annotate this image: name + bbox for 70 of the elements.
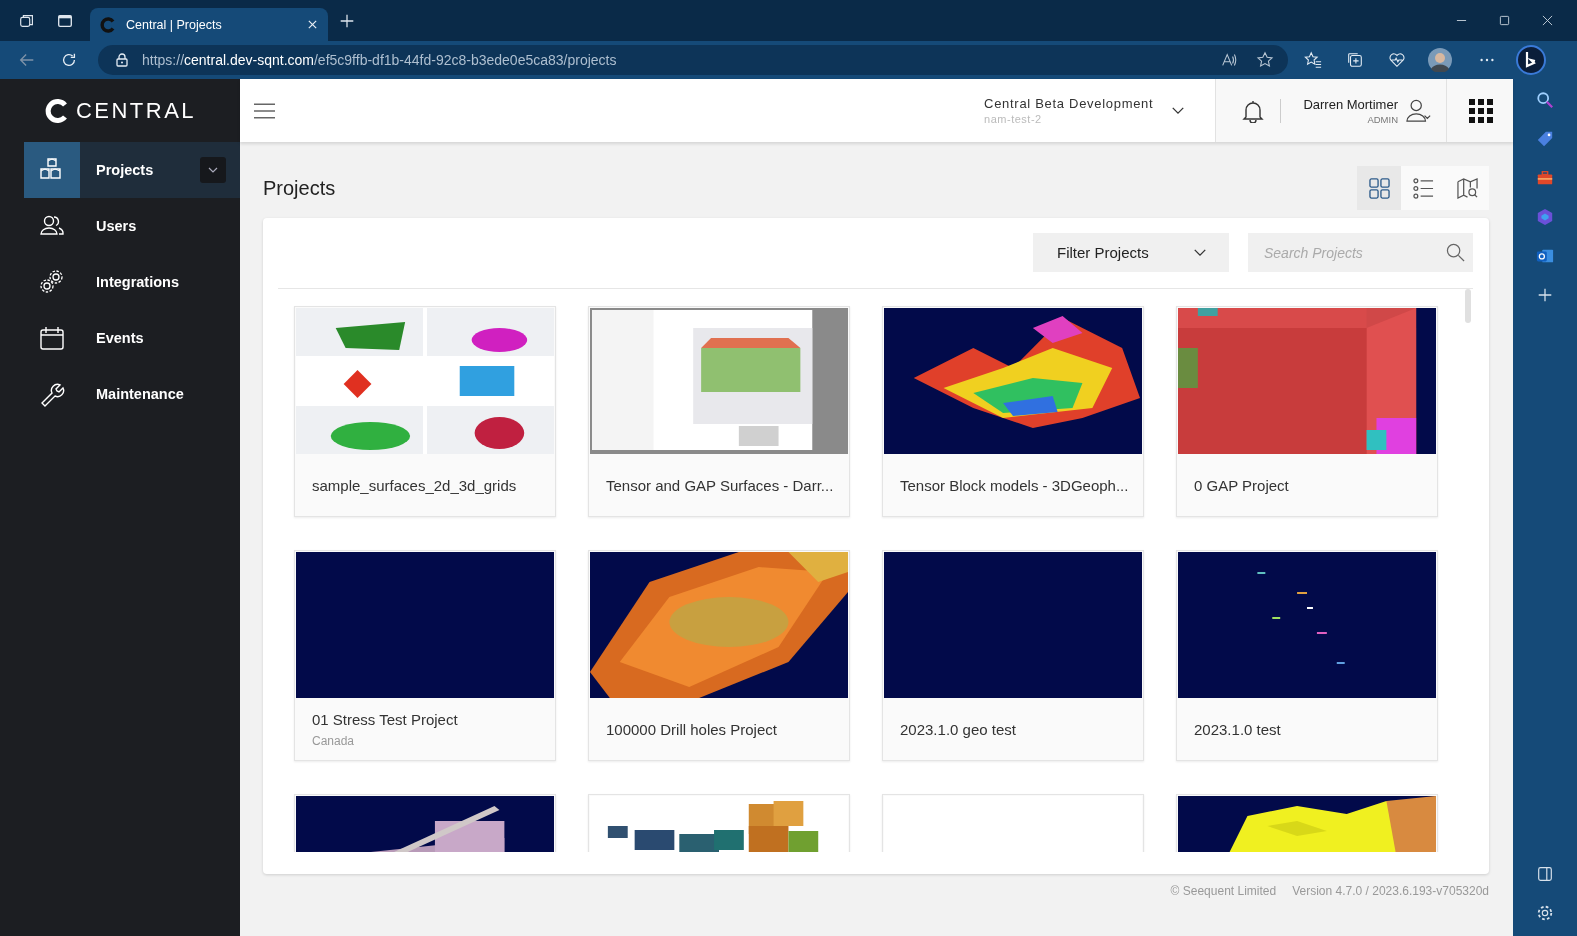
copyright-text: © Seequent Limited: [1170, 884, 1277, 898]
project-card[interactable]: 2023.1.0 geo test: [882, 550, 1144, 761]
search-icon[interactable]: [1536, 91, 1554, 109]
nav-item[interactable]: Projects: [24, 142, 240, 198]
hexagon-icon[interactable]: [1536, 208, 1554, 226]
project-card[interactable]: sample_surfaces_2d_3d_grids: [294, 306, 556, 517]
collections-icon[interactable]: [1346, 51, 1364, 69]
mail-icon[interactable]: [1536, 247, 1554, 265]
project-card[interactable]: 0 GAP Project: [1176, 306, 1438, 517]
address-field[interactable]: https://central.dev-sqnt.com/ef5c9ffb-df1b-44fd-92c8-b3ede0e5ca83/projects: [98, 45, 1288, 75]
nav-item[interactable]: Integrations: [24, 254, 240, 310]
project-location: Canada: [312, 733, 356, 748]
favorites-icon[interactable]: [1304, 51, 1322, 69]
browser-tab[interactable]: Central | Projects: [90, 8, 328, 41]
project-name: 0 GAP Project: [1194, 476, 1290, 494]
refresh-icon[interactable]: [60, 51, 78, 69]
logo-text: CENTRAL: [75, 97, 197, 124]
list-icon: [1412, 177, 1434, 199]
settings-icon[interactable]: [1536, 904, 1554, 922]
project-name: 100000 Drill holes Project: [606, 720, 778, 738]
add-icon[interactable]: [1536, 286, 1554, 304]
project-card[interactable]: Tensor Block models - 3DGeoph...: [882, 306, 1144, 517]
apps-grid-icon[interactable]: [1469, 98, 1493, 123]
tag-icon[interactable]: [1536, 130, 1554, 148]
grid-view-button[interactable]: [1357, 166, 1401, 210]
user-icon: [1406, 97, 1432, 124]
project-name: 01 Stress Test Project: [312, 710, 459, 728]
grid-icon: [1368, 177, 1390, 199]
project-name: sample_surfaces_2d_3d_grids: [312, 476, 518, 494]
copilot-icon[interactable]: [1516, 45, 1546, 75]
wrench-icon: [39, 381, 65, 407]
lock-icon: [114, 52, 130, 68]
project-name: Tensor Block models - 3DGeoph...: [900, 476, 1126, 494]
project-name: 2023.1.0 test: [1194, 720, 1282, 738]
user-menu[interactable]: Darren Mortimer ADMIN: [1303, 96, 1432, 125]
close-window-icon[interactable]: [1542, 15, 1553, 26]
toolbox-icon[interactable]: [1536, 169, 1554, 187]
organization-selector[interactable]: Central Beta Development nam-test-2: [984, 96, 1186, 125]
project-name: Tensor and GAP Surfaces - Darr...: [606, 476, 832, 494]
project-card[interactable]: 01 Stress Test Project Canada: [294, 550, 556, 761]
back-icon[interactable]: [18, 51, 36, 69]
filter-dropdown[interactable]: Filter Projects: [1033, 233, 1229, 272]
logo-icon: [43, 97, 70, 124]
nav-item[interactable]: Users: [24, 198, 240, 254]
avatar-icon[interactable]: [1428, 48, 1452, 72]
bell-icon[interactable]: [1242, 98, 1265, 123]
nav-item[interactable]: Events: [24, 310, 240, 366]
chevron-down-icon: [1193, 248, 1207, 257]
search-field[interactable]: Search Projects: [1248, 233, 1473, 272]
maximize-icon[interactable]: [1499, 15, 1510, 26]
project-card[interactable]: 100000 Drill holes Project: [588, 550, 850, 761]
close-icon[interactable]: [307, 19, 318, 30]
project-card[interactable]: 2023.1.0 test: [1176, 550, 1438, 761]
star-icon[interactable]: [1256, 51, 1274, 69]
calendar-icon: [39, 325, 65, 351]
version-text: Version 4.7.0 / 2023.6.193-v705320d: [1292, 884, 1489, 898]
menu-icon[interactable]: [254, 101, 275, 120]
search-icon: [1446, 243, 1465, 262]
url-text: https://central.dev-sqnt.com/ef5c9ffb-df1b-44fd-92c8-b3ede0e5ca83/projects: [142, 52, 617, 68]
favicon-icon: [100, 16, 116, 33]
sidebar-toggle-icon[interactable]: [1536, 865, 1554, 883]
project-name: 2023.1.0 geo test: [900, 720, 1017, 738]
page-title: Projects: [263, 176, 336, 200]
gears-icon: [39, 269, 65, 295]
heart-pulse-icon[interactable]: [1388, 51, 1406, 69]
scrollbar[interactable]: [1465, 289, 1471, 323]
map-search-icon: [1456, 177, 1478, 199]
nav-item[interactable]: Maintenance: [24, 366, 240, 422]
chevron-down-icon: [1171, 106, 1186, 115]
project-card[interactable]: Tensor and GAP Surfaces - Darr...: [588, 306, 850, 517]
